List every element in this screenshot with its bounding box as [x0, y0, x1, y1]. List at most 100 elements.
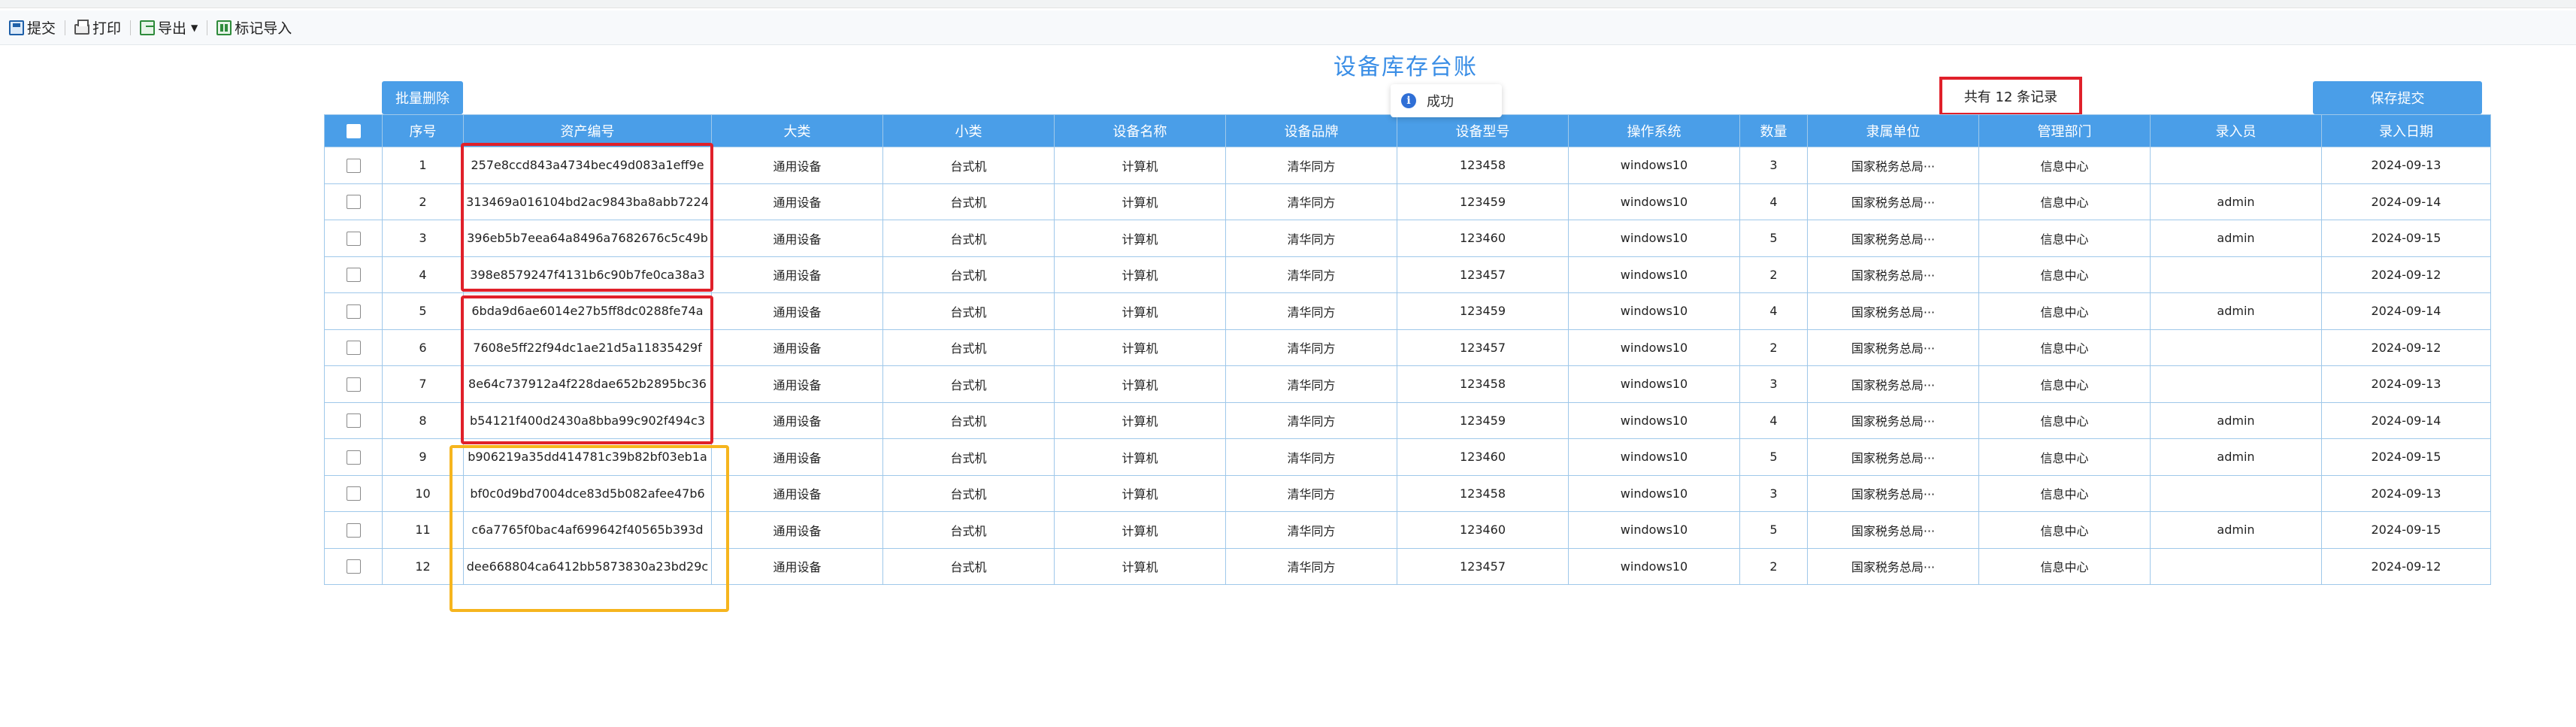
row-checkbox-cell[interactable] [324, 183, 383, 220]
table-cell: 2 [1739, 256, 1808, 293]
row-checkbox[interactable] [346, 195, 361, 210]
row-checkbox-cell[interactable] [324, 474, 383, 512]
row-checkbox-cell[interactable] [324, 329, 383, 366]
table-cell: admin [2150, 511, 2322, 549]
table-row[interactable]: 4 398e8579247f4131b6c90b7fe0ca38a3 通用设备 台式机… [324, 256, 2491, 293]
table-cell: 台式机 [882, 147, 1055, 184]
table-cell: 国家税务总局··· [1807, 401, 1979, 439]
table-cell: dee668804ca6412bb5873830a23bd29c [463, 547, 712, 585]
table-cell: 4 [1739, 183, 1808, 220]
table-cell: admin [2150, 401, 2322, 439]
table-row[interactable]: 9 b906219a35dd414781c39b82bf03eb1a 通用设备 台式机… [324, 438, 2491, 476]
batch-delete-button[interactable]: 批量删除 [382, 81, 463, 114]
mark-import-button[interactable]: 标记导入 [212, 15, 296, 41]
table-row[interactable]: 7 8e64c737912a4f228dae652b2895bc36 通用设备 台式机… [324, 365, 2491, 403]
table-cell: 台式机 [882, 329, 1055, 366]
table-cell: 通用设备 [711, 292, 883, 330]
print-label: 打印 [92, 20, 122, 37]
table-cell: 2024-09-15 [2321, 511, 2491, 549]
table-row[interactable]: 8 b54121f400d2430a8bba99c902f494c3 通用设备 台式机… [324, 401, 2491, 439]
row-checkbox[interactable] [346, 158, 361, 173]
table-cell: admin [2150, 292, 2322, 330]
column-header: 录入日期 [2321, 114, 2491, 147]
row-checkbox-cell[interactable] [324, 547, 383, 585]
table-cell: 计算机 [1054, 256, 1226, 293]
table-cell: 信息中心 [1978, 474, 2151, 512]
caret-down-icon: ▼ [191, 22, 198, 33]
table-cell: 清华同方 [1225, 511, 1397, 549]
table-cell: 7 [382, 365, 464, 403]
row-checkbox-cell[interactable] [324, 438, 383, 476]
row-checkbox[interactable] [346, 523, 361, 538]
table-cell [2150, 147, 2322, 184]
table-cell: 3 [1739, 365, 1808, 403]
row-checkbox[interactable] [346, 559, 361, 574]
table-cell: windows10 [1568, 365, 1740, 403]
table-header-row: 序号 资产编号 大类 小类 设备名称 设备品牌 设备型号 操作系统 数量 隶属单位 管理部门 录入员录… [324, 114, 2491, 147]
table-cell [2150, 474, 2322, 512]
table-cell: 台式机 [882, 547, 1055, 585]
table-cell: admin [2150, 183, 2322, 220]
row-checkbox-cell[interactable] [324, 511, 383, 549]
table-cell: 通用设备 [711, 511, 883, 549]
table-cell: 123458 [1397, 365, 1569, 403]
export-dropdown-button[interactable]: 导出 ▼ [135, 15, 202, 41]
table-cell: 6 [382, 329, 464, 366]
table-cell: 2024-09-13 [2321, 474, 2491, 512]
table-row[interactable]: 12 dee668804ca6412bb5873830a23bd29c 通用设备 台式… [324, 547, 2491, 585]
table-cell: 123458 [1397, 474, 1569, 512]
submit-button[interactable]: 提交 [5, 15, 60, 41]
export-icon [140, 20, 156, 35]
table-cell: 台式机 [882, 401, 1055, 439]
row-checkbox-cell[interactable] [324, 147, 383, 184]
table-row[interactable]: 1 257e8ccd843a4734bec49d083a1eff9e 通用设备 台式机… [324, 147, 2491, 184]
success-toast: i 成功 [1391, 84, 1502, 117]
table-row[interactable]: 3 396eb5b7eea64a8496a7682676c5c49b 通用设备 台式机… [324, 220, 2491, 257]
table-row[interactable]: 11 c6a7765f0bac4af699642f40565b393d 通用设备 台式… [324, 511, 2491, 549]
table-cell: 国家税务总局··· [1807, 511, 1979, 549]
select-all-checkbox[interactable] [346, 124, 361, 138]
row-checkbox[interactable] [346, 413, 361, 429]
table-cell [2150, 365, 2322, 403]
table-cell: 国家税务总局··· [1807, 147, 1979, 184]
save-icon [9, 20, 24, 35]
print-button[interactable]: 打印 [70, 15, 126, 41]
table-row[interactable]: 2 313469a016104bd2ac9843ba8abb7224 通用设备 台式机… [324, 183, 2491, 220]
table-cell: 5 [1739, 511, 1808, 549]
row-checkbox-cell[interactable] [324, 292, 383, 330]
row-checkbox[interactable] [346, 341, 361, 356]
table-cell: 台式机 [882, 511, 1055, 549]
save-submit-button[interactable]: 保存提交 [2313, 81, 2482, 114]
row-checkbox-cell[interactable] [324, 256, 383, 293]
row-checkbox-cell[interactable] [324, 365, 383, 403]
table-cell: 清华同方 [1225, 220, 1397, 257]
select-all-checkbox-cell[interactable] [324, 114, 383, 147]
table-row[interactable]: 10 bf0c0d9bd7004dce83d5b082afee47b6 通用设备 台式… [324, 474, 2491, 512]
table-cell: 257e8ccd843a4734bec49d083a1eff9e [463, 147, 712, 184]
table-cell: 台式机 [882, 256, 1055, 293]
table-body: 1 257e8ccd843a4734bec49d083a1eff9e 通用设备 台式机… [324, 147, 2491, 585]
table-cell: 清华同方 [1225, 438, 1397, 476]
table-row[interactable]: 5 6bda9d6ae6014e27b5ff8dc0288fe74a 通用设备 台式机… [324, 292, 2491, 330]
table-cell: 5 [382, 292, 464, 330]
row-checkbox[interactable] [346, 377, 361, 392]
row-checkbox[interactable] [346, 450, 361, 465]
table-row[interactable]: 6 7608e5ff22f94dc1ae21d5a11835429f 通用设备 台式机… [324, 329, 2491, 366]
table-cell: 1 [382, 147, 464, 184]
row-checkbox[interactable] [346, 486, 361, 501]
table-cell [2150, 256, 2322, 293]
export-label: 导出 [158, 20, 187, 37]
row-checkbox[interactable] [346, 268, 361, 283]
row-checkbox[interactable] [346, 304, 361, 319]
page-title: 设备库存台账 [1333, 54, 1478, 80]
row-checkbox-cell[interactable] [324, 401, 383, 439]
table-cell: b54121f400d2430a8bba99c902f494c3 [463, 401, 712, 439]
table-cell: 3 [382, 220, 464, 257]
table-cell: windows10 [1568, 511, 1740, 549]
row-checkbox-cell[interactable] [324, 220, 383, 257]
table-cell: 信息中心 [1978, 438, 2151, 476]
column-header: 管理部门 [1978, 114, 2151, 147]
table-cell: admin [2150, 220, 2322, 257]
table-cell: 2024-09-13 [2321, 365, 2491, 403]
row-checkbox[interactable] [346, 231, 361, 246]
